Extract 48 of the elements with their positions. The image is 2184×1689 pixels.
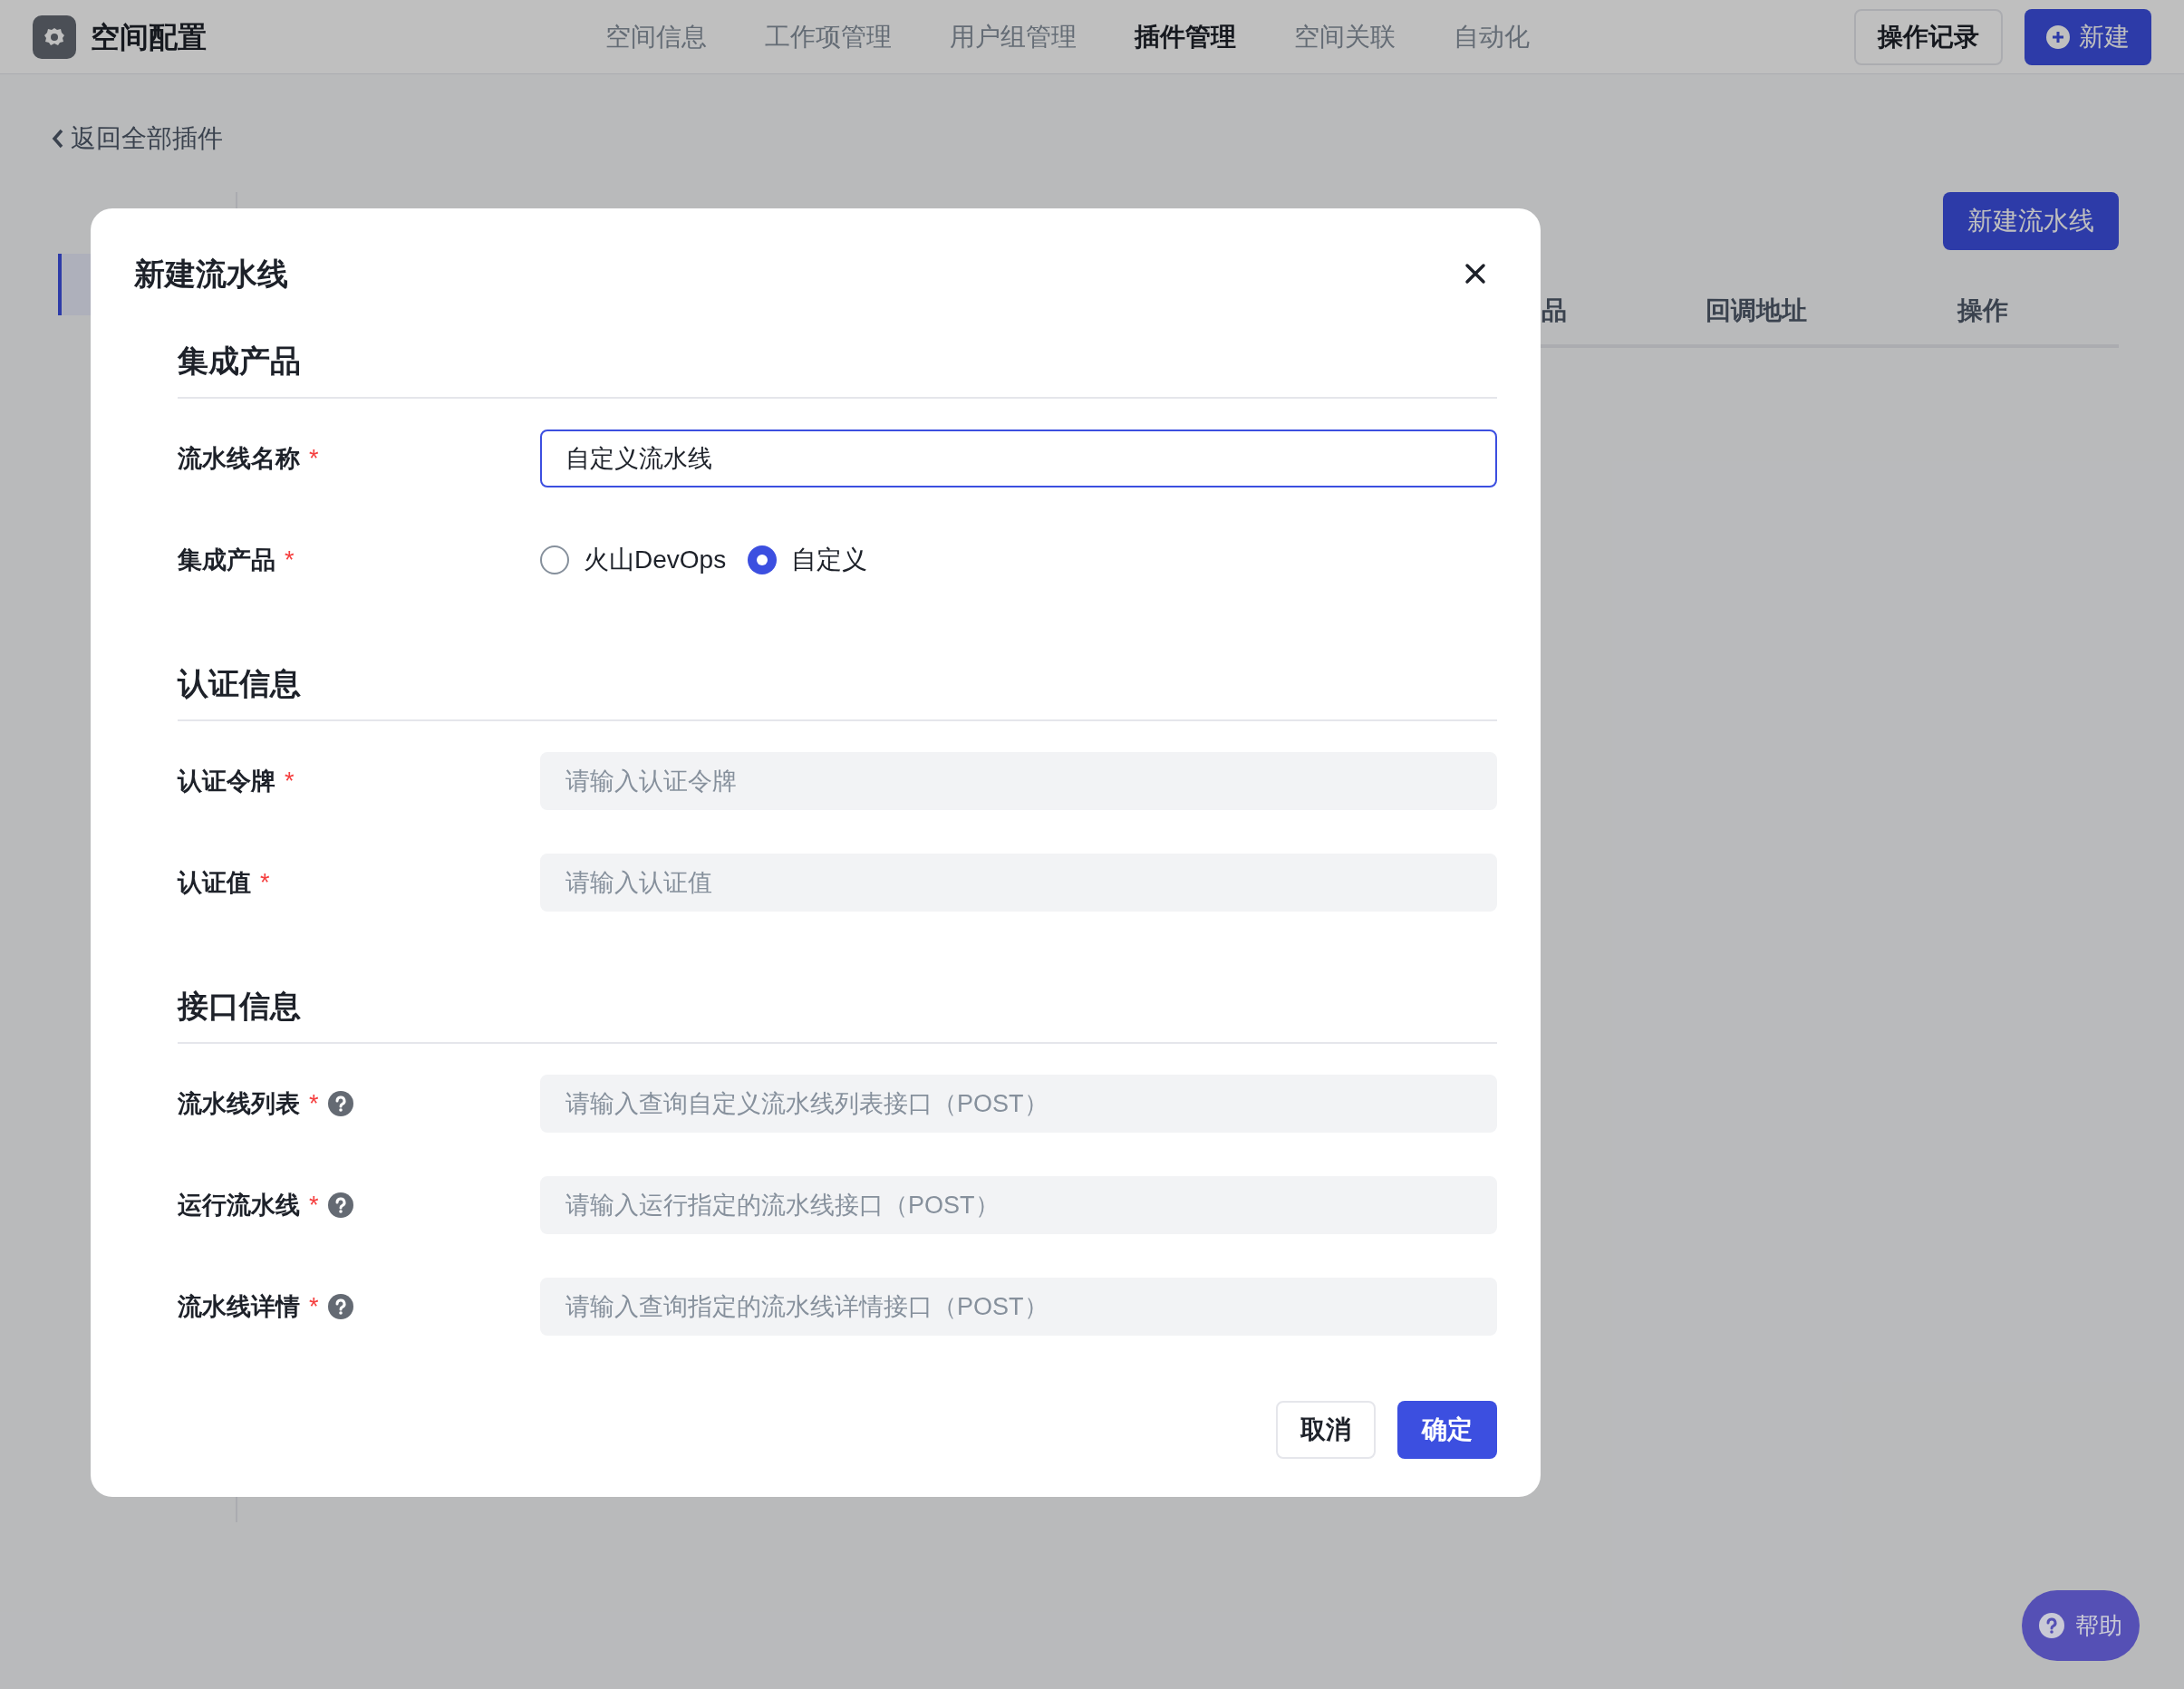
cancel-button[interactable]: 取消 [1276,1401,1376,1459]
nav-tab[interactable]: 工作项管理 [765,17,892,56]
dialog-title: 新建流水线 [134,256,288,292]
input-field[interactable]: 请输入查询指定的流水线详情接口（POST） [540,1278,1497,1336]
field-label: 流水线名称 [178,443,300,474]
input-field[interactable]: 请输入运行指定的流水线接口（POST） [540,1176,1497,1234]
nav-tab[interactable]: 空间信息 [605,17,707,56]
field-label: 认证令牌 [178,766,275,796]
confirm-button[interactable]: 确定 [1397,1401,1497,1459]
radio-option[interactable]: 自定义 [748,541,868,579]
nav-tab[interactable]: 用户组管理 [950,17,1077,56]
required-mark: * [309,1190,319,1221]
settings-icon [33,14,76,59]
field-label: 流水线列表 [178,1088,300,1119]
input-field[interactable]: 请输入查询自定义流水线列表接口（POST） [540,1075,1497,1133]
close-icon[interactable] [1464,263,1486,285]
required-mark: * [285,766,295,796]
required-mark: * [260,867,270,898]
field-label: 运行流水线 [178,1190,300,1221]
nav-tab[interactable]: 空间关联 [1294,17,1396,56]
page-title: 空间配置 [91,19,207,55]
input-field[interactable]: 自定义流水线 [540,429,1497,487]
help-button[interactable]: 帮助 [2022,1590,2140,1661]
chevron-left-icon [51,128,65,150]
column-header: 操作 [1957,295,2008,326]
input-field[interactable]: 请输入认证令牌 [540,752,1497,810]
section-heading: 认证信息 [178,665,1497,721]
help-icon [2039,1613,2064,1638]
required-mark: * [309,1291,319,1322]
new-pipeline-button[interactable]: 新建流水线 [1943,192,2119,250]
field-label: 认证值 [178,867,251,898]
nav-tab[interactable]: 插件管理 [1135,17,1236,56]
required-mark: * [309,443,319,474]
plus-icon [2046,24,2070,49]
column-header: 回调地址 [1706,295,1807,326]
section-heading: 集成产品 [178,343,1497,399]
field-label: 流水线详情 [178,1291,300,1322]
field-label: 集成产品 [178,545,275,575]
history-button[interactable]: 操作记录 [1854,8,2003,65]
input-field[interactable]: 请输入认证值 [540,854,1497,912]
column-header: 品 [1541,295,1567,326]
radio-option[interactable]: 火山DevOps [540,541,727,579]
new-button[interactable]: 新建 [2025,8,2151,65]
section-heading: 接口信息 [178,988,1497,1044]
required-mark: * [309,1088,319,1119]
nav-tab[interactable]: 自动化 [1454,17,1530,56]
required-mark: * [285,545,295,575]
back-link[interactable]: 返回全部插件 [51,120,223,158]
